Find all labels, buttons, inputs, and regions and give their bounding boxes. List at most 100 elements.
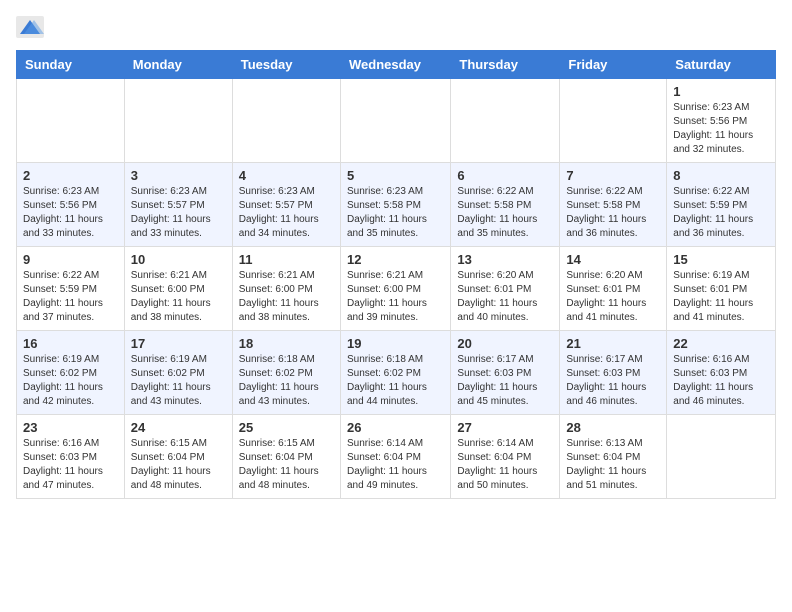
week-row-4: 23 Sunrise: 6:16 AM Sunset: 6:03 PM Dayli… [17, 415, 776, 499]
weekday-header-friday: Friday [560, 51, 667, 79]
day-number: 13 [457, 252, 553, 267]
day-info: Sunrise: 6:16 AM Sunset: 6:03 PM Dayligh… [673, 353, 769, 409]
header [16, 16, 776, 38]
day-info: Sunrise: 6:14 AM Sunset: 6:04 PM Dayligh… [347, 437, 444, 493]
day-number: 1 [673, 84, 769, 99]
day-info: Sunrise: 6:23 AM Sunset: 5:57 PM Dayligh… [239, 185, 334, 241]
day-cell: 4 Sunrise: 6:23 AM Sunset: 5:57 PM Daylig… [232, 163, 340, 247]
day-number: 3 [131, 168, 226, 183]
day-number: 22 [673, 336, 769, 351]
day-cell: 7 Sunrise: 6:22 AM Sunset: 5:58 PM Daylig… [560, 163, 667, 247]
week-row-2: 9 Sunrise: 6:22 AM Sunset: 5:59 PM Daylig… [17, 247, 776, 331]
day-cell: 20 Sunrise: 6:17 AM Sunset: 6:03 PM Dayli… [451, 331, 560, 415]
day-cell: 2 Sunrise: 6:23 AM Sunset: 5:56 PM Daylig… [17, 163, 125, 247]
day-cell: 12 Sunrise: 6:21 AM Sunset: 6:00 PM Dayli… [340, 247, 450, 331]
day-number: 18 [239, 336, 334, 351]
day-number: 17 [131, 336, 226, 351]
day-info: Sunrise: 6:22 AM Sunset: 5:58 PM Dayligh… [457, 185, 553, 241]
day-cell: 11 Sunrise: 6:21 AM Sunset: 6:00 PM Dayli… [232, 247, 340, 331]
day-number: 14 [566, 252, 660, 267]
day-info: Sunrise: 6:23 AM Sunset: 5:57 PM Dayligh… [131, 185, 226, 241]
day-info: Sunrise: 6:18 AM Sunset: 6:02 PM Dayligh… [347, 353, 444, 409]
day-info: Sunrise: 6:21 AM Sunset: 6:00 PM Dayligh… [347, 269, 444, 325]
day-number: 2 [23, 168, 118, 183]
day-cell: 19 Sunrise: 6:18 AM Sunset: 6:02 PM Dayli… [340, 331, 450, 415]
week-row-3: 16 Sunrise: 6:19 AM Sunset: 6:02 PM Dayli… [17, 331, 776, 415]
day-info: Sunrise: 6:13 AM Sunset: 6:04 PM Dayligh… [566, 437, 660, 493]
day-cell [451, 79, 560, 163]
weekday-header-wednesday: Wednesday [340, 51, 450, 79]
week-row-0: 1 Sunrise: 6:23 AM Sunset: 5:56 PM Daylig… [17, 79, 776, 163]
logo [16, 16, 48, 38]
day-cell: 14 Sunrise: 6:20 AM Sunset: 6:01 PM Dayli… [560, 247, 667, 331]
day-number: 25 [239, 420, 334, 435]
day-cell [560, 79, 667, 163]
day-cell: 5 Sunrise: 6:23 AM Sunset: 5:58 PM Daylig… [340, 163, 450, 247]
weekday-header-thursday: Thursday [451, 51, 560, 79]
day-cell: 10Sunrise: 6:21 AM Sunset: 6:00 PM Dayli… [124, 247, 232, 331]
day-number: 5 [347, 168, 444, 183]
day-cell: 25Sunrise: 6:15 AM Sunset: 6:04 PM Dayli… [232, 415, 340, 499]
logo-icon [16, 16, 44, 38]
day-cell: 16 Sunrise: 6:19 AM Sunset: 6:02 PM Dayli… [17, 331, 125, 415]
day-cell: 21 Sunrise: 6:17 AM Sunset: 6:03 PM Dayli… [560, 331, 667, 415]
day-number: 4 [239, 168, 334, 183]
day-cell: 26Sunrise: 6:14 AM Sunset: 6:04 PM Dayli… [340, 415, 450, 499]
day-info: Sunrise: 6:18 AM Sunset: 6:02 PM Dayligh… [239, 353, 334, 409]
day-number: 11 [239, 252, 334, 267]
day-cell: 24 Sunrise: 6:15 AM Sunset: 6:04 PM Dayli… [124, 415, 232, 499]
weekday-header-tuesday: Tuesday [232, 51, 340, 79]
weekday-header-saturday: Saturday [667, 51, 776, 79]
day-info: Sunrise: 6:21 AM Sunset: 6:00 PM Dayligh… [131, 269, 226, 325]
day-cell: 3 Sunrise: 6:23 AM Sunset: 5:57 PM Daylig… [124, 163, 232, 247]
day-cell [124, 79, 232, 163]
weekday-header-row: SundayMondayTuesdayWednesdayThursdayFrid… [17, 51, 776, 79]
day-info: Sunrise: 6:16 AM Sunset: 6:03 PM Dayligh… [23, 437, 118, 493]
day-info: Sunrise: 6:19 AM Sunset: 6:02 PM Dayligh… [131, 353, 226, 409]
day-info: Sunrise: 6:23 AM Sunset: 5:56 PM Dayligh… [673, 101, 769, 157]
day-cell: 13 Sunrise: 6:20 AM Sunset: 6:01 PM Dayli… [451, 247, 560, 331]
day-number: 23 [23, 420, 118, 435]
day-number: 16 [23, 336, 118, 351]
day-number: 21 [566, 336, 660, 351]
day-info: Sunrise: 6:22 AM Sunset: 5:58 PM Dayligh… [566, 185, 660, 241]
day-cell: 17 Sunrise: 6:19 AM Sunset: 6:02 PM Dayli… [124, 331, 232, 415]
day-cell [17, 79, 125, 163]
weekday-header-monday: Monday [124, 51, 232, 79]
day-info: Sunrise: 6:19 AM Sunset: 6:01 PM Dayligh… [673, 269, 769, 325]
weekday-header-sunday: Sunday [17, 51, 125, 79]
day-info: Sunrise: 6:23 AM Sunset: 5:58 PM Dayligh… [347, 185, 444, 241]
day-number: 8 [673, 168, 769, 183]
day-number: 12 [347, 252, 444, 267]
day-info: Sunrise: 6:17 AM Sunset: 6:03 PM Dayligh… [457, 353, 553, 409]
day-number: 24 [131, 420, 226, 435]
day-number: 20 [457, 336, 553, 351]
day-cell: 9 Sunrise: 6:22 AM Sunset: 5:59 PM Daylig… [17, 247, 125, 331]
day-cell: 28 Sunrise: 6:13 AM Sunset: 6:04 PM Dayli… [560, 415, 667, 499]
day-number: 19 [347, 336, 444, 351]
day-info: Sunrise: 6:17 AM Sunset: 6:03 PM Dayligh… [566, 353, 660, 409]
calendar: SundayMondayTuesdayWednesdayThursdayFrid… [16, 50, 776, 499]
day-info: Sunrise: 6:22 AM Sunset: 5:59 PM Dayligh… [23, 269, 118, 325]
day-info: Sunrise: 6:19 AM Sunset: 6:02 PM Dayligh… [23, 353, 118, 409]
day-cell: 22 Sunrise: 6:16 AM Sunset: 6:03 PM Dayli… [667, 331, 776, 415]
day-cell [340, 79, 450, 163]
day-info: Sunrise: 6:14 AM Sunset: 6:04 PM Dayligh… [457, 437, 553, 493]
day-cell: 1 Sunrise: 6:23 AM Sunset: 5:56 PM Daylig… [667, 79, 776, 163]
day-info: Sunrise: 6:21 AM Sunset: 6:00 PM Dayligh… [239, 269, 334, 325]
day-info: Sunrise: 6:20 AM Sunset: 6:01 PM Dayligh… [457, 269, 553, 325]
day-number: 27 [457, 420, 553, 435]
day-cell [667, 415, 776, 499]
day-number: 28 [566, 420, 660, 435]
day-info: Sunrise: 6:22 AM Sunset: 5:59 PM Dayligh… [673, 185, 769, 241]
day-info: Sunrise: 6:23 AM Sunset: 5:56 PM Dayligh… [23, 185, 118, 241]
day-cell [232, 79, 340, 163]
day-info: Sunrise: 6:20 AM Sunset: 6:01 PM Dayligh… [566, 269, 660, 325]
day-number: 7 [566, 168, 660, 183]
day-cell: 6Sunrise: 6:22 AM Sunset: 5:58 PM Daylig… [451, 163, 560, 247]
day-cell: 27 Sunrise: 6:14 AM Sunset: 6:04 PM Dayli… [451, 415, 560, 499]
day-cell: 18 Sunrise: 6:18 AM Sunset: 6:02 PM Dayli… [232, 331, 340, 415]
day-number: 9 [23, 252, 118, 267]
day-cell: 8 Sunrise: 6:22 AM Sunset: 5:59 PM Daylig… [667, 163, 776, 247]
day-info: Sunrise: 6:15 AM Sunset: 6:04 PM Dayligh… [131, 437, 226, 493]
